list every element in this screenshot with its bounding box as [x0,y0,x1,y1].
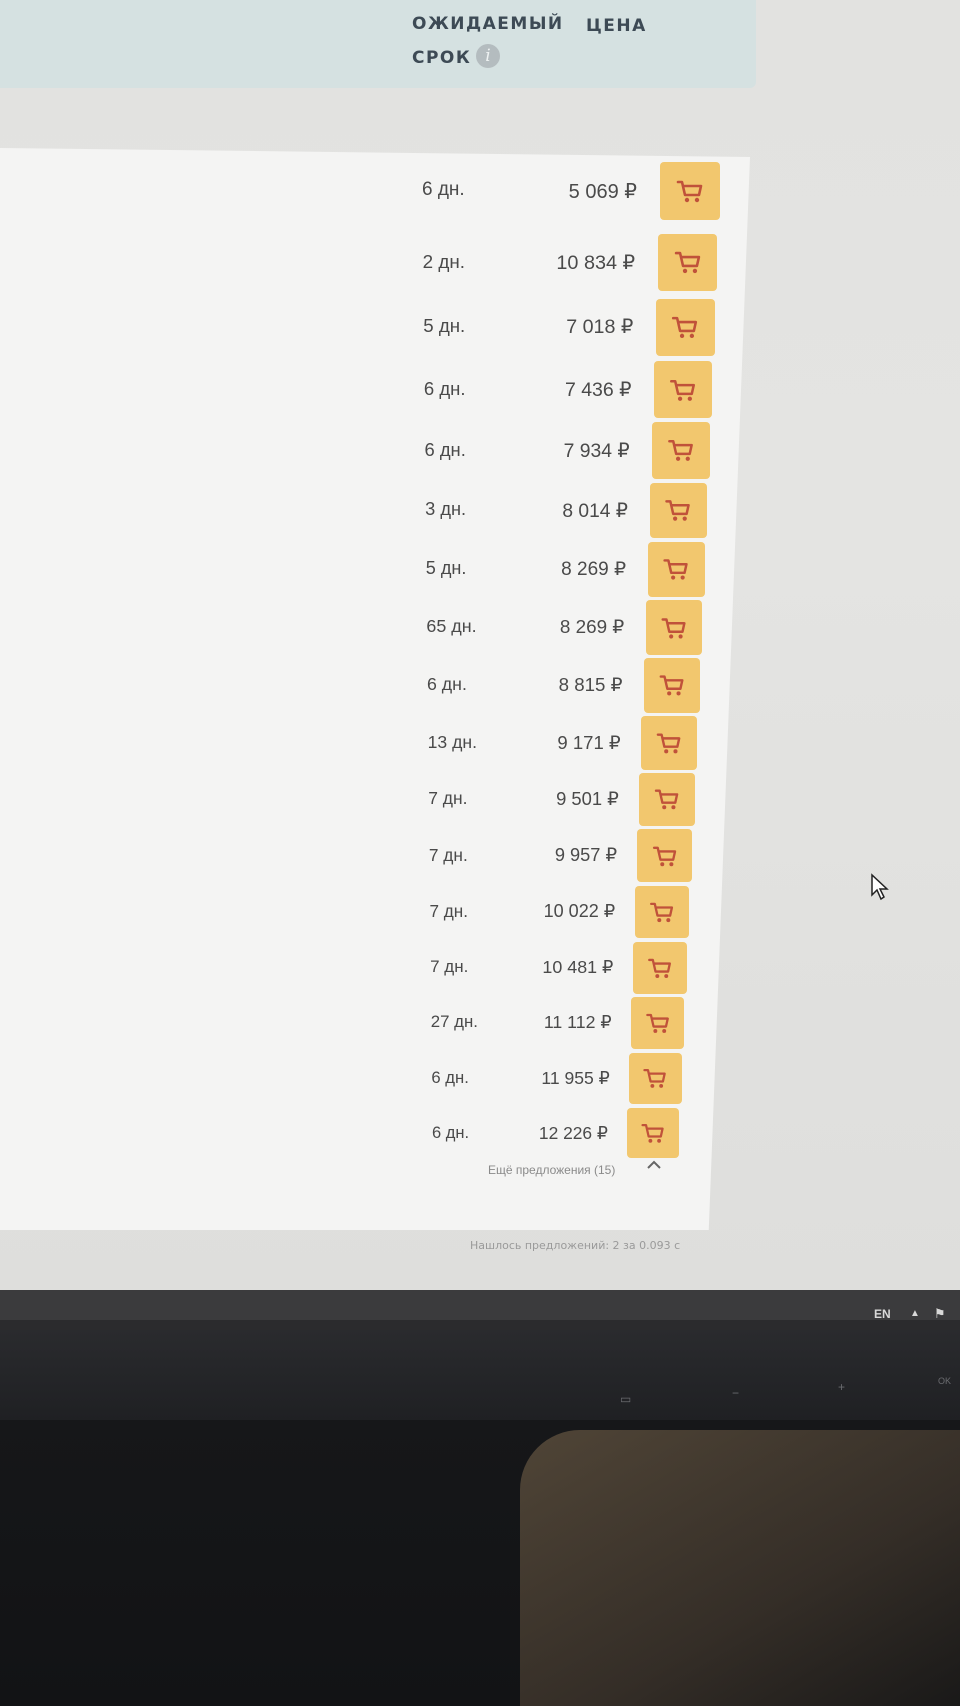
shopping-cart-icon [667,440,693,462]
add-to-cart-button[interactable] [653,361,713,418]
offer-delivery-days: 3 дн. [425,498,467,519]
chevron-up-icon[interactable] [646,1160,662,1170]
offer-price: 8 269 ₽ [559,616,625,638]
offer-delivery-days: 7 дн. [430,956,469,976]
offer-delivery-days: 6 дн. [427,674,467,695]
shopping-cart-icon [674,252,700,274]
more-offers-link[interactable]: Ещё предложения (15) [488,1163,615,1177]
price-header[interactable]: ЦЕНА [586,16,647,36]
offer-price: 10 834 ₽ [556,251,636,274]
add-to-cart-button[interactable] [633,941,687,994]
offer-delivery-days: 7 дн. [428,844,468,865]
add-to-cart-button[interactable] [657,233,718,292]
add-to-cart-button[interactable] [645,600,703,655]
offer-price: 5 069 ₽ [568,181,637,203]
offer-delivery-days: 6 дн. [424,438,466,460]
add-to-cart-button[interactable] [631,997,685,1049]
shopping-cart-icon [670,379,696,401]
monitor-input-icon[interactable]: ▭ [620,1392,631,1406]
shopping-cart-icon [656,733,681,754]
add-to-cart-button[interactable] [660,162,720,220]
add-to-cart-button[interactable] [627,1107,680,1159]
tray-expand-icon[interactable]: ▲ [910,1308,920,1319]
shopping-cart-icon [652,846,676,867]
add-to-cart-button[interactable] [629,1052,682,1104]
offer-price: 7 018 ₽ [566,316,634,339]
offer-delivery-days: 6 дн. [431,1067,469,1087]
language-indicator[interactable]: EN [874,1307,891,1320]
found-status: Нашлось предложений: 2 за 0.093 с [470,1239,681,1252]
offer-delivery-days: 13 дн. [427,731,477,752]
shopping-cart-icon [648,958,672,978]
table-header: ОЖИДАЕМЫЙ СРОК i ЦЕНА [0,0,756,88]
shopping-cart-icon [661,617,686,639]
offer-price: 8 815 ₽ [558,674,623,696]
offer-delivery-days: 7 дн. [428,788,468,809]
expected-term-header-line1[interactable]: ОЖИДАЕМЫЙ [412,14,564,34]
offer-price: 11 955 ₽ [541,1067,610,1088]
offer-price: 9 957 ₽ [554,844,618,865]
add-to-cart-button[interactable] [647,541,705,597]
offer-price: 8 269 ₽ [561,558,627,580]
shopping-cart-icon [641,1124,664,1143]
add-to-cart-button[interactable] [651,422,710,479]
shopping-cart-icon [672,317,698,339]
offer-price: 7 436 ₽ [564,378,632,401]
offer-price: 9 501 ₽ [556,788,619,810]
offer-delivery-days: 6 дн. [422,179,465,200]
offer-delivery-days: 27 дн. [430,1012,478,1032]
add-to-cart-button[interactable] [635,885,690,939]
monitor-minus-button[interactable]: − [732,1386,739,1400]
offer-delivery-days: 7 дн. [429,901,469,922]
offer-price: 10 481 ₽ [542,956,614,977]
shopping-cart-icon [665,500,691,522]
add-to-cart-button[interactable] [649,482,708,539]
desk-surface [520,1430,960,1706]
offer-delivery-days: 6 дн. [432,1122,470,1142]
offer-price: 11 112 ₽ [543,1012,612,1033]
add-to-cart-button[interactable] [641,715,698,770]
shopping-cart-icon [676,180,703,203]
offer-price: 10 022 ₽ [543,901,616,922]
monitor-ok-button[interactable]: OK [938,1376,951,1386]
offer-price: 9 171 ₽ [557,731,621,753]
offer-price: 12 226 ₽ [538,1122,608,1143]
add-to-cart-button[interactable] [639,772,695,827]
monitor-plus-button[interactable]: + [838,1380,845,1394]
monitor-bezel: ▭ − + OK [0,1330,960,1420]
offer-delivery-days: 6 дн. [423,377,466,399]
info-icon[interactable]: i [476,44,500,68]
mouse-cursor-icon [871,873,889,901]
shopping-cart-icon [663,559,688,580]
add-to-cart-button[interactable] [655,298,715,356]
offer-price: 7 934 ₽ [563,439,630,462]
offer-delivery-days: 5 дн. [423,315,466,337]
monitor-screen: ОЖИДАЕМЫЙ СРОК i ЦЕНА 6 дн. 5 069 ₽ 2 дн. 1… [0,0,960,1320]
shopping-cart-icon [659,675,684,696]
add-to-cart-button[interactable] [637,829,692,883]
offer-delivery-days: 65 дн. [426,616,477,637]
expected-term-header-line2[interactable]: СРОК [412,48,471,68]
action-center-flag-icon[interactable]: ⚑ [934,1306,946,1320]
taskbar [0,1290,960,1320]
offer-price: 8 014 ₽ [562,500,628,522]
shopping-cart-icon [654,789,679,810]
add-to-cart-button[interactable] [643,658,700,713]
offer-delivery-days: 5 дн. [425,557,467,578]
offer-delivery-days: 2 дн. [422,250,465,272]
shopping-cart-icon [645,1013,669,1033]
shopping-cart-icon [650,902,674,922]
shopping-cart-icon [643,1069,667,1088]
